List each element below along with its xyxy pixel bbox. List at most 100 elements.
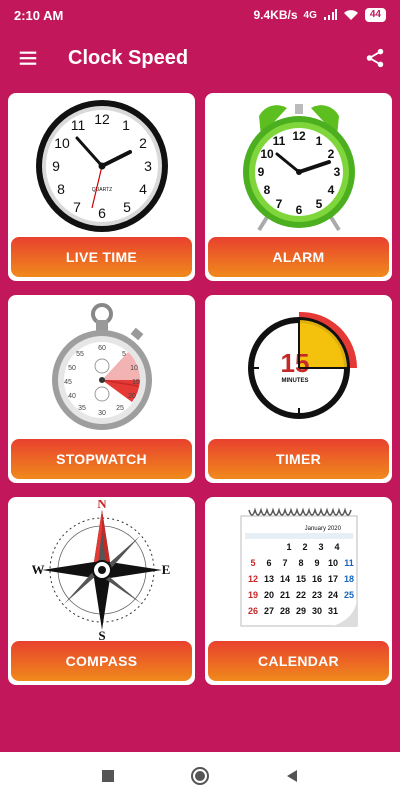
- card-alarm[interactable]: 12 1 2 3 4 5 6 7 8 9 10 11 ALARM: [205, 93, 392, 281]
- svg-text:50: 50: [68, 365, 76, 372]
- alarm-button[interactable]: ALARM: [208, 237, 389, 277]
- svg-text:60: 60: [98, 345, 106, 352]
- card-calendar[interactable]: January 2020 4321 5 6 7 8 9 10 11 12 13 14 15 16 17…: [205, 497, 392, 685]
- back-triangle-icon[interactable]: [280, 764, 304, 788]
- svg-text:15: 15: [280, 348, 309, 378]
- svg-text:35: 35: [78, 405, 86, 412]
- stopwatch-button[interactable]: STOPWATCH: [11, 439, 192, 479]
- svg-text:1: 1: [122, 117, 130, 133]
- timer-button[interactable]: TIMER: [208, 439, 389, 479]
- svg-text:6: 6: [98, 205, 106, 221]
- hamburger-menu-icon[interactable]: [0, 30, 56, 86]
- svg-text:5: 5: [122, 351, 126, 358]
- live-time-button[interactable]: LIVE TIME: [11, 237, 192, 277]
- feature-grid: 12 1 2 3 4 5 6 7 8 9 10 11 QUARTZ LIVE T…: [8, 93, 392, 685]
- compass-icon: N E S W: [8, 497, 195, 642]
- svg-text:8: 8: [263, 183, 270, 197]
- svg-text:7: 7: [275, 197, 282, 211]
- svg-text:3: 3: [333, 165, 340, 179]
- svg-text:29: 29: [295, 606, 305, 616]
- svg-text:7: 7: [282, 558, 287, 568]
- svg-text:12: 12: [292, 129, 306, 143]
- svg-text:20: 20: [128, 393, 136, 400]
- svg-text:MINUTES: MINUTES: [281, 378, 308, 384]
- svg-text:5: 5: [315, 197, 322, 211]
- status-icons: 9.4KB/s 4G 44: [253, 8, 386, 22]
- card-stopwatch[interactable]: 60 5 10 15 20 25 30 35 40 45 50 55 STOPWATCH: [8, 295, 195, 483]
- svg-text:W: W: [32, 562, 45, 577]
- svg-text:10: 10: [327, 558, 337, 568]
- svg-text:7: 7: [73, 199, 81, 215]
- share-icon[interactable]: [350, 30, 400, 86]
- svg-text:5: 5: [250, 558, 255, 568]
- svg-text:17: 17: [327, 574, 337, 584]
- svg-text:30: 30: [311, 606, 321, 616]
- svg-text:23: 23: [311, 590, 321, 600]
- svg-text:15: 15: [295, 574, 305, 584]
- svg-text:11: 11: [344, 558, 354, 568]
- app-title: Clock Speed: [68, 46, 189, 69]
- alarm-clock-icon: 12 1 2 3 4 5 6 7 8 9 10 11: [205, 93, 392, 238]
- svg-text:26: 26: [247, 606, 257, 616]
- svg-text:10: 10: [130, 365, 138, 372]
- svg-text:1: 1: [315, 134, 322, 148]
- svg-text:25: 25: [116, 405, 124, 412]
- card-timer[interactable]: 15 MINUTES TIMER: [205, 295, 392, 483]
- compass-button[interactable]: COMPASS: [11, 641, 192, 681]
- svg-text:30: 30: [98, 410, 106, 417]
- svg-text:2: 2: [302, 542, 307, 552]
- svg-text:5: 5: [123, 199, 131, 215]
- card-live-time[interactable]: 12 1 2 3 4 5 6 7 8 9 10 11 QUARTZ LIVE T…: [8, 93, 195, 281]
- svg-text:21: 21: [279, 590, 289, 600]
- status-time: 2:10 AM: [14, 7, 64, 23]
- svg-text:3: 3: [144, 158, 152, 174]
- svg-text:19: 19: [247, 590, 257, 600]
- app-bar: Clock Speed: [0, 30, 400, 86]
- svg-text:55: 55: [76, 351, 84, 358]
- svg-text:6: 6: [266, 558, 271, 568]
- svg-text:9: 9: [257, 165, 264, 179]
- svg-text:1: 1: [286, 542, 291, 552]
- svg-text:8: 8: [57, 181, 65, 197]
- svg-text:10: 10: [54, 135, 70, 151]
- svg-text:11: 11: [70, 117, 85, 133]
- svg-text:27: 27: [263, 606, 273, 616]
- svg-text:24: 24: [327, 590, 337, 600]
- svg-text:13: 13: [263, 574, 273, 584]
- svg-text:4: 4: [139, 181, 147, 197]
- card-compass[interactable]: N E S W COMPASS: [8, 497, 195, 685]
- svg-text:18: 18: [343, 574, 353, 584]
- svg-text:28: 28: [279, 606, 289, 616]
- signal-icon: [323, 9, 337, 20]
- svg-text:6: 6: [295, 203, 302, 217]
- svg-text:45: 45: [64, 379, 72, 386]
- svg-text:3: 3: [318, 542, 323, 552]
- system-nav-bar: [0, 752, 400, 800]
- svg-text:S: S: [98, 628, 105, 640]
- network-speed: 9.4KB/s: [253, 8, 298, 22]
- svg-text:2: 2: [327, 147, 334, 161]
- svg-text:4: 4: [327, 183, 334, 197]
- calendar-button[interactable]: CALENDAR: [208, 641, 389, 681]
- svg-text:2: 2: [139, 135, 147, 151]
- svg-text:QUARTZ: QUARTZ: [91, 187, 111, 193]
- network-type: 4G: [303, 9, 317, 21]
- svg-text:10: 10: [260, 147, 274, 161]
- calendar-icon: January 2020 4321 5 6 7 8 9 10 11 12 13 14 15 16 17…: [205, 497, 392, 642]
- svg-text:22: 22: [295, 590, 305, 600]
- recents-square-icon[interactable]: [96, 764, 120, 788]
- battery-indicator: 44: [364, 8, 386, 22]
- status-bar: 2:10 AM 9.4KB/s 4G 44: [0, 0, 400, 30]
- svg-text:20: 20: [263, 590, 273, 600]
- svg-text:9: 9: [314, 558, 319, 568]
- svg-text:8: 8: [298, 558, 303, 568]
- stopwatch-icon: 60 5 10 15 20 25 30 35 40 45 50 55: [8, 295, 195, 440]
- home-circle-icon[interactable]: [188, 764, 212, 788]
- svg-text:31: 31: [327, 606, 337, 616]
- svg-text:40: 40: [68, 393, 76, 400]
- svg-text:12: 12: [247, 574, 257, 584]
- svg-text:January 2020: January 2020: [304, 526, 341, 532]
- svg-text:4: 4: [334, 542, 339, 552]
- svg-text:N: N: [97, 500, 107, 511]
- timer-icon: 15 MINUTES: [205, 295, 392, 440]
